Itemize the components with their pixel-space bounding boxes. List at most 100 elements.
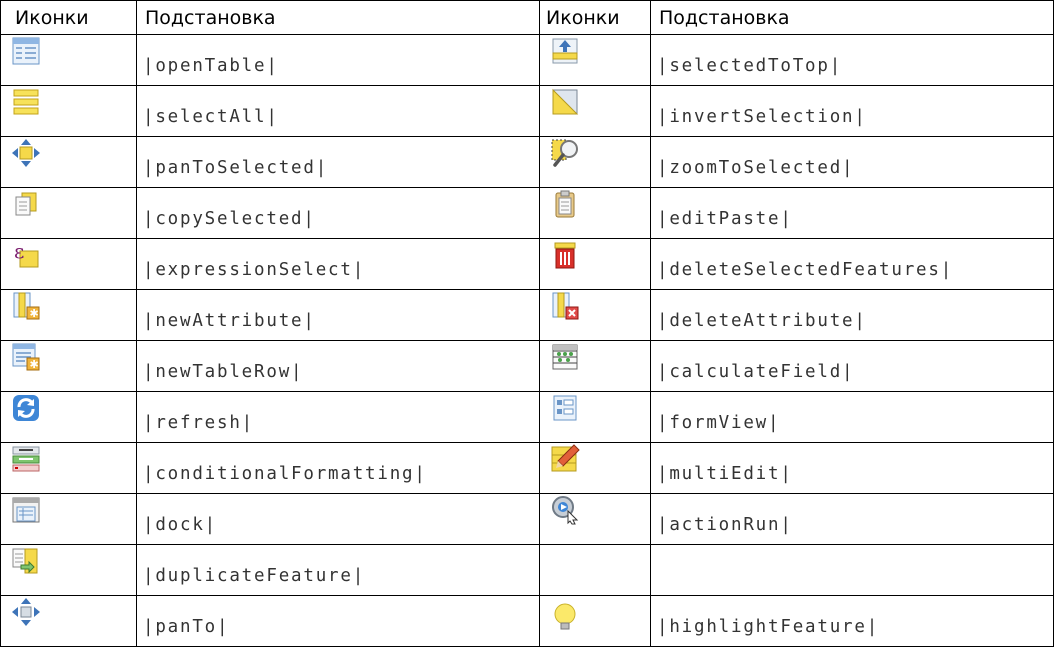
icon-cell: [0, 595, 137, 647]
substitution-text: |newAttribute|: [143, 311, 316, 331]
header-icons-1: Иконки: [0, 0, 137, 35]
header-icons-2: Иконки: [539, 0, 651, 35]
table-row: ✱ |newAttribute| |deleteAttribute|: [0, 289, 1054, 341]
substitution-cell: |newAttribute|: [136, 289, 540, 341]
icons-substitution-table: Иконки Подстановка Иконки Подстановка |o…: [0, 0, 1054, 647]
calculate-field-icon: [550, 342, 580, 372]
icon-cell: [539, 238, 651, 290]
icon-cell: [539, 442, 651, 494]
action-run-icon: [550, 495, 580, 525]
header-row: Иконки Подстановка Иконки Подстановка: [0, 0, 1054, 35]
substitution-text: |actionRun|: [657, 515, 793, 535]
substitution-text: |openTable|: [143, 56, 279, 76]
substitution-cell-empty: [650, 544, 1054, 596]
substitution-cell: |expressionSelect|: [136, 238, 540, 290]
substitution-cell: |panToSelected|: [136, 136, 540, 188]
substitution-text: |dock|: [143, 515, 218, 535]
substitution-cell: |openTable|: [136, 34, 540, 86]
substitution-cell: |multiEdit|: [650, 442, 1054, 494]
icon-cell: [0, 136, 137, 188]
icon-cell: ✱: [0, 340, 137, 392]
table-row: |openTable| |selectedToTop|: [0, 34, 1054, 86]
substitution-cell: |newTableRow|: [136, 340, 540, 392]
substitution-cell: |deleteAttribute|: [650, 289, 1054, 341]
edit-paste-icon: [550, 189, 580, 219]
table-row: |panToSelected| |zoomToSelected|: [0, 136, 1054, 188]
expression-select-icon: ε: [11, 240, 41, 270]
substitution-cell: |refresh|: [136, 391, 540, 443]
icon-cell: [539, 136, 651, 188]
header-substitution-1: Подстановка: [136, 0, 540, 35]
svg-text:ε: ε: [14, 240, 24, 263]
table-row: ε |expressionSelect| |deleteSelectedFeat…: [0, 238, 1054, 290]
table-row: |panTo| |highlightFeature|: [0, 595, 1054, 647]
icon-cell: [0, 187, 137, 239]
icon-cell: [539, 187, 651, 239]
table-row: |conditionalFormatting| |multiEdit|: [0, 442, 1054, 494]
substitution-text: |expressionSelect|: [143, 260, 366, 280]
header-substitution-2: Подстановка: [650, 0, 1054, 35]
icon-cell: ✱: [0, 289, 137, 341]
selected-to-top-icon: [550, 36, 580, 66]
substitution-cell: |selectAll|: [136, 85, 540, 137]
substitution-text: |refresh|: [143, 413, 255, 433]
invert-selection-icon: [550, 87, 580, 117]
substitution-text: |panToSelected|: [143, 158, 329, 178]
delete-selected-features-icon: [550, 240, 580, 270]
pan-to-icon: [11, 597, 41, 627]
substitution-cell: |zoomToSelected|: [650, 136, 1054, 188]
form-view-icon: [550, 393, 580, 423]
table-row: |selectAll| |invertSelection|: [0, 85, 1054, 137]
highlight-feature-icon: [550, 602, 580, 632]
table-row: |dock| |actionRun|: [0, 493, 1054, 545]
substitution-cell: |selectedToTop|: [650, 34, 1054, 86]
icon-cell: [539, 493, 651, 545]
substitution-text: |highlightFeature|: [657, 617, 880, 637]
substitution-cell: |duplicateFeature|: [136, 544, 540, 596]
substitution-cell: |calculateField|: [650, 340, 1054, 392]
svg-text:✱: ✱: [30, 358, 39, 371]
svg-text:✱: ✱: [30, 307, 39, 320]
delete-attribute-icon: [550, 291, 580, 321]
icon-cell: [539, 289, 651, 341]
icon-cell: [539, 85, 651, 137]
icon-cell: [539, 34, 651, 86]
substitution-cell: |deleteSelectedFeatures|: [650, 238, 1054, 290]
substitution-text: |zoomToSelected|: [657, 158, 855, 178]
select-all-icon: [11, 87, 41, 117]
refresh-icon: [11, 393, 41, 423]
substitution-cell: |highlightFeature|: [650, 595, 1054, 647]
icon-cell: [0, 493, 137, 545]
table-row: |duplicateFeature|: [0, 544, 1054, 596]
table-row: |copySelected| |editPaste|: [0, 187, 1054, 239]
substitution-text: |formView|: [657, 413, 781, 433]
substitution-cell: |editPaste|: [650, 187, 1054, 239]
substitution-cell: |actionRun|: [650, 493, 1054, 545]
icon-cell: [0, 391, 137, 443]
pan-to-selected-icon: [11, 138, 41, 168]
icon-cell: [539, 595, 651, 647]
substitution-text: |newTableRow|: [143, 362, 304, 382]
table-row: ✱ |newTableRow| |calculateField|: [0, 340, 1054, 392]
icon-cell: [0, 544, 137, 596]
substitution-text: |multiEdit|: [657, 464, 793, 484]
substitution-cell: |invertSelection|: [650, 85, 1054, 137]
substitution-cell: |formView|: [650, 391, 1054, 443]
substitution-text: |selectedToTop|: [657, 56, 843, 76]
new-attribute-icon: ✱: [11, 291, 41, 321]
substitution-text: |invertSelection|: [657, 107, 867, 127]
icon-cell: [0, 442, 137, 494]
multi-edit-icon: [550, 444, 580, 474]
copy-selected-icon: [11, 189, 41, 219]
substitution-text: |calculateField|: [657, 362, 855, 382]
zoom-to-selected-icon: [550, 138, 580, 168]
icon-cell: [0, 85, 137, 137]
icon-cell: [0, 34, 137, 86]
substitution-text: |editPaste|: [657, 209, 793, 229]
substitution-text: |deleteAttribute|: [657, 311, 867, 331]
open-table-icon: [11, 36, 41, 66]
substitution-cell: |dock|: [136, 493, 540, 545]
substitution-cell: |panTo|: [136, 595, 540, 647]
substitution-cell: |conditionalFormatting|: [136, 442, 540, 494]
substitution-text: |copySelected|: [143, 209, 316, 229]
